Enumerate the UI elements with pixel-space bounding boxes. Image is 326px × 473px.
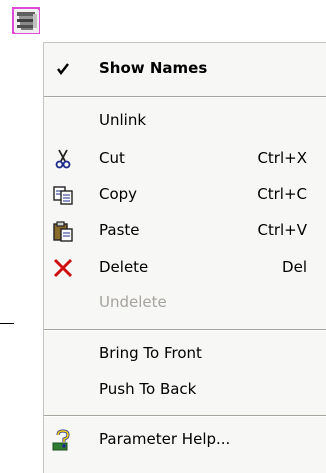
menu-item-bring-to-front[interactable]: Bring To Front — [44, 337, 326, 371]
menu-item-delete[interactable]: Delete Del — [44, 251, 326, 285]
menu-item-label: Parameter Help... — [99, 430, 231, 448]
menu-item-push-to-back[interactable]: Push To Back — [44, 373, 326, 407]
menu-item-label: Push To Back — [99, 380, 197, 398]
delete-x-icon — [52, 257, 74, 279]
copy-icon — [52, 184, 74, 206]
menu-item-label: Unlink — [99, 111, 147, 129]
menu-item-label: Paste — [99, 221, 140, 239]
menu-item-undelete[interactable]: Undelete — [44, 286, 326, 320]
shortcut-label: Del — [282, 258, 307, 276]
menu-item-label: Undelete — [99, 293, 167, 311]
menu-item-parameter-help[interactable]: Parameter Help... — [44, 423, 326, 457]
connector-line — [0, 323, 14, 324]
paste-icon — [52, 220, 74, 242]
menu-item-paste[interactable]: Paste Ctrl+V — [44, 214, 326, 248]
menu-item-copy[interactable]: Copy Ctrl+C — [44, 178, 326, 212]
menu-item-unlink[interactable]: Unlink — [44, 104, 326, 138]
menu-item-cut[interactable]: Cut Ctrl+X — [44, 142, 326, 176]
selected-node-icon[interactable] — [12, 7, 40, 34]
scissors-icon — [52, 148, 74, 170]
menu-item-label: Copy — [99, 185, 138, 203]
node-icon — [15, 10, 39, 33]
menu-separator — [44, 329, 326, 331]
menu-item-label: Bring To Front — [99, 344, 202, 362]
menu-item-label: Delete — [99, 258, 149, 276]
menu-separator — [44, 415, 326, 417]
check-icon — [52, 58, 74, 80]
menu-item-label: Cut — [99, 149, 125, 167]
help-icon — [52, 429, 74, 451]
context-menu: Show Names Unlink Cut Ctrl+X Copy Ctrl+C… — [43, 42, 326, 473]
shortcut-label: Ctrl+V — [257, 221, 307, 239]
menu-item-label: Show Names — [99, 59, 208, 77]
menu-separator — [44, 96, 326, 98]
shortcut-label: Ctrl+X — [257, 149, 307, 167]
menu-item-show-names[interactable]: Show Names — [44, 52, 326, 86]
shortcut-label: Ctrl+C — [257, 185, 307, 203]
